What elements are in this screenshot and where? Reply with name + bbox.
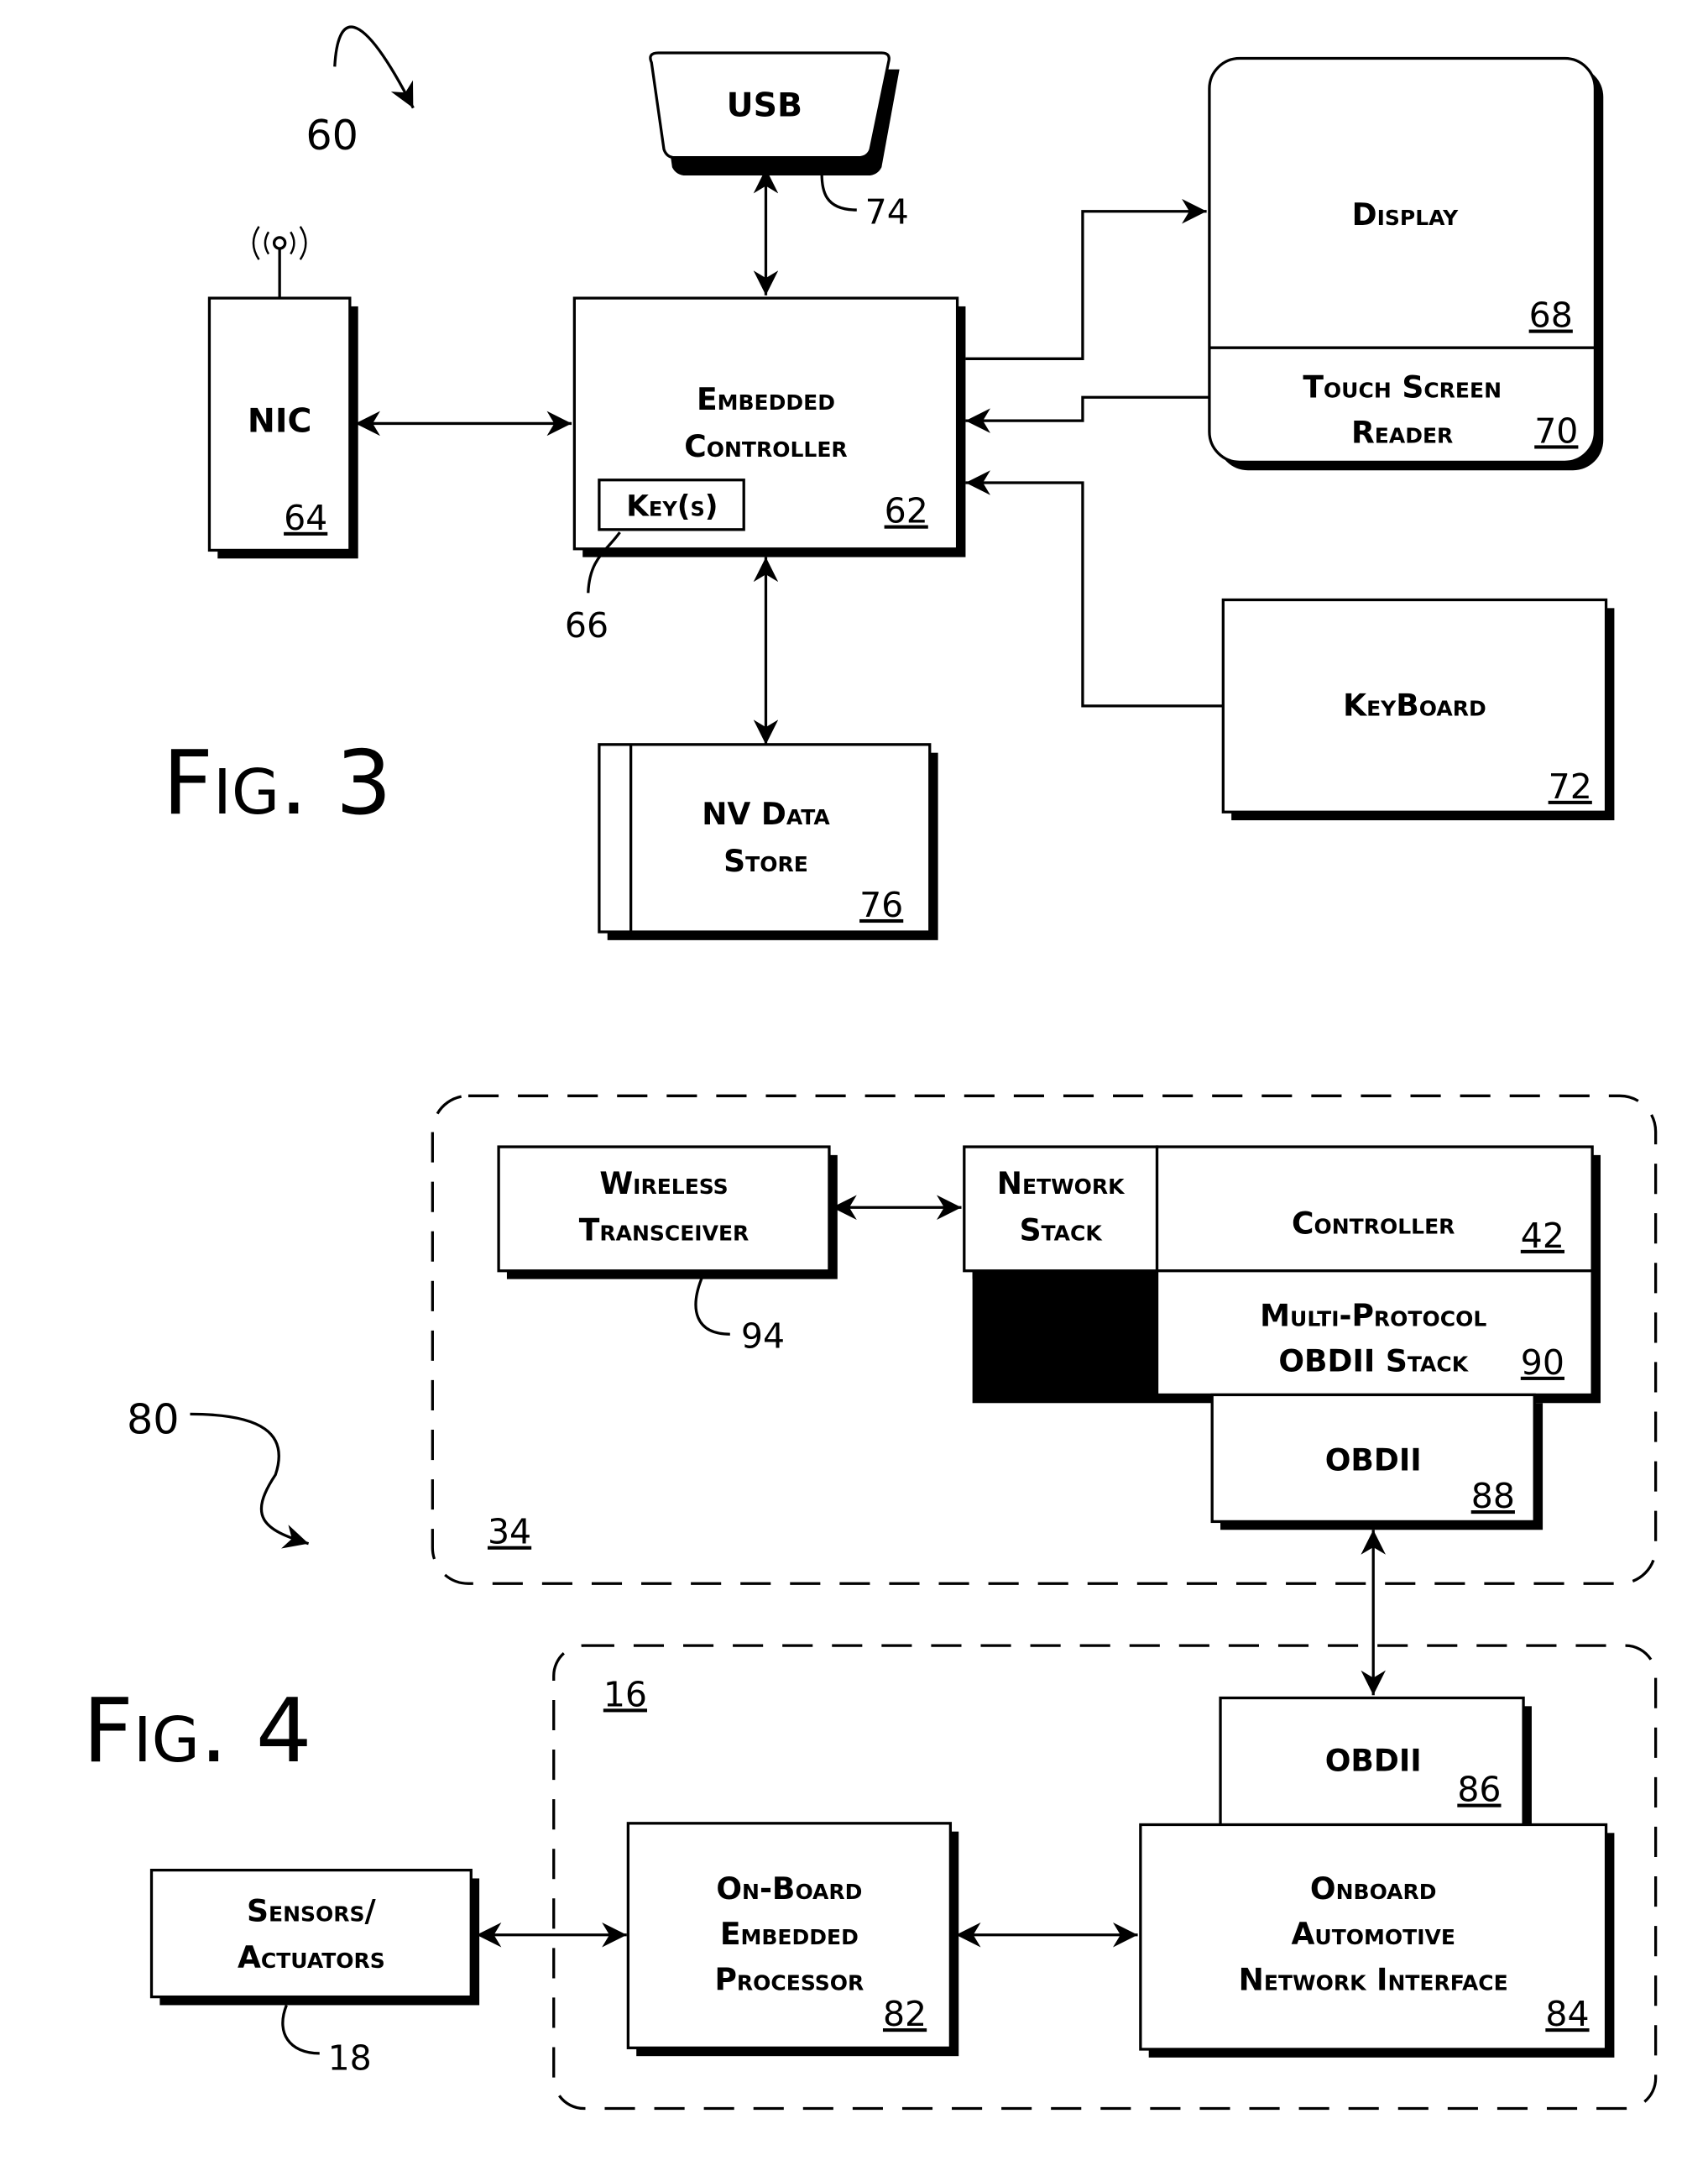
ref-70: 70 xyxy=(1534,411,1578,451)
ref-60: 60 xyxy=(306,111,358,160)
ref-68: 68 xyxy=(1529,296,1573,336)
patent-drawing: 60 USB 74 NIC 64 Embedded Controller 62 … xyxy=(82,25,1658,2111)
interface-line2: Automotive xyxy=(1291,1916,1455,1952)
controller-display-link xyxy=(965,198,1207,360)
interface-line3: Network Interface xyxy=(1239,1961,1508,1997)
sensors-line1: Sensors/ xyxy=(247,1892,377,1928)
ref-18: 18 xyxy=(328,2038,372,2079)
fig3-title: Fig. 3 xyxy=(163,732,392,834)
ref-90: 90 xyxy=(1521,1342,1564,1383)
controller-label: Controller xyxy=(1292,1205,1455,1241)
ref-60-arrow xyxy=(333,25,415,109)
ref-86: 86 xyxy=(1457,1770,1501,1810)
ref-16: 16 xyxy=(603,1674,647,1714)
onboard-processor-box: On-Board Embedded Processor 82 xyxy=(626,1822,959,2057)
fig3: 60 USB 74 NIC 64 Embedded Controller 62 … xyxy=(163,25,1615,940)
controller-line1: Embedded xyxy=(697,381,835,417)
nvstore-line2: Store xyxy=(723,843,808,879)
ref-64: 64 xyxy=(284,498,327,538)
ref-84: 84 xyxy=(1545,1994,1589,2034)
sensors-actuators-box: Sensors/ Actuators xyxy=(149,1868,480,2006)
display-box: Display 68 Touch Screen Reader 70 xyxy=(1208,56,1604,471)
wireless-transceiver-box: Wireless Transceiver xyxy=(497,1145,838,1279)
usb-label: USB xyxy=(727,86,802,124)
interface-line1: Onboard xyxy=(1310,1870,1437,1907)
nvstore-line1: NV Data xyxy=(702,796,830,832)
obdii-86-label: OBDII xyxy=(1325,1742,1422,1778)
network-interface-box: Onboard Automotive Network Interface 84 xyxy=(1139,1823,1615,2058)
wireless-line1: Wireless xyxy=(599,1165,728,1201)
obdii-88-box: OBDII 88 xyxy=(1210,1393,1543,1530)
embedded-controller-box: Embedded Controller 62 Key(s) xyxy=(572,296,966,557)
keyboard-label: KeyBoard xyxy=(1343,687,1486,723)
obdii-88-label: OBDII xyxy=(1325,1442,1422,1478)
processor-line2: Embedded xyxy=(720,1916,859,1952)
touch-line2: Reader xyxy=(1351,414,1453,450)
sensors-line2: Actuators xyxy=(238,1939,385,1975)
fig4-title: Fig. 4 xyxy=(82,1680,311,1782)
obdii-86-box: OBDII 86 xyxy=(1219,1696,1532,1839)
nv-data-store-box: NV Data Store 76 xyxy=(598,743,938,940)
touch-controller-link xyxy=(965,395,1209,433)
antenna-icon xyxy=(252,226,307,299)
wireless-line2: Transceiver xyxy=(579,1212,750,1248)
netstack-line2: Stack xyxy=(1020,1212,1104,1248)
ref-80: 80 xyxy=(127,1394,180,1443)
multiprotocol-line2: OBDII Stack xyxy=(1278,1343,1469,1379)
controller-line2: Controller xyxy=(684,428,847,464)
controller-stack-box: Network Stack Controller 42 Multi-Protoc… xyxy=(963,1145,1601,1404)
keys-label: Key(s) xyxy=(626,489,718,523)
ref-18-leader xyxy=(281,2004,320,2055)
processor-line3: Processor xyxy=(714,1961,864,1997)
ref-94: 94 xyxy=(741,1316,785,1357)
ref-72: 72 xyxy=(1549,766,1592,807)
ref-74: 74 xyxy=(865,191,909,232)
ref-42: 42 xyxy=(1521,1216,1564,1256)
netstack-line1: Network xyxy=(997,1165,1126,1201)
ref-66: 66 xyxy=(565,605,609,646)
nic-label: NIC xyxy=(248,401,312,440)
ref-92: 92 xyxy=(1061,1356,1105,1396)
ref-34: 34 xyxy=(488,1512,531,1552)
processor-line1: On-Board xyxy=(716,1870,862,1907)
ref-62: 62 xyxy=(885,491,928,531)
ref-88: 88 xyxy=(1471,1476,1515,1516)
ref-80-arrow xyxy=(190,1412,310,1549)
display-label: Display xyxy=(1352,196,1459,233)
keyboard-box: KeyBoard 72 xyxy=(1221,598,1615,821)
ref-82: 82 xyxy=(883,1994,927,2034)
ref-76: 76 xyxy=(859,885,903,925)
keyboard-controller-link xyxy=(965,470,1224,708)
multiprotocol-line1: Multi-Protocol xyxy=(1260,1297,1486,1333)
usb-connector: USB xyxy=(649,51,900,176)
ref-94-leader xyxy=(694,1275,730,1336)
nic-box: NIC 64 xyxy=(207,296,358,559)
fig4: 34 Wireless Transceiver 94 Network Stack… xyxy=(82,1094,1658,2111)
touch-line1: Touch Screen xyxy=(1303,369,1502,405)
